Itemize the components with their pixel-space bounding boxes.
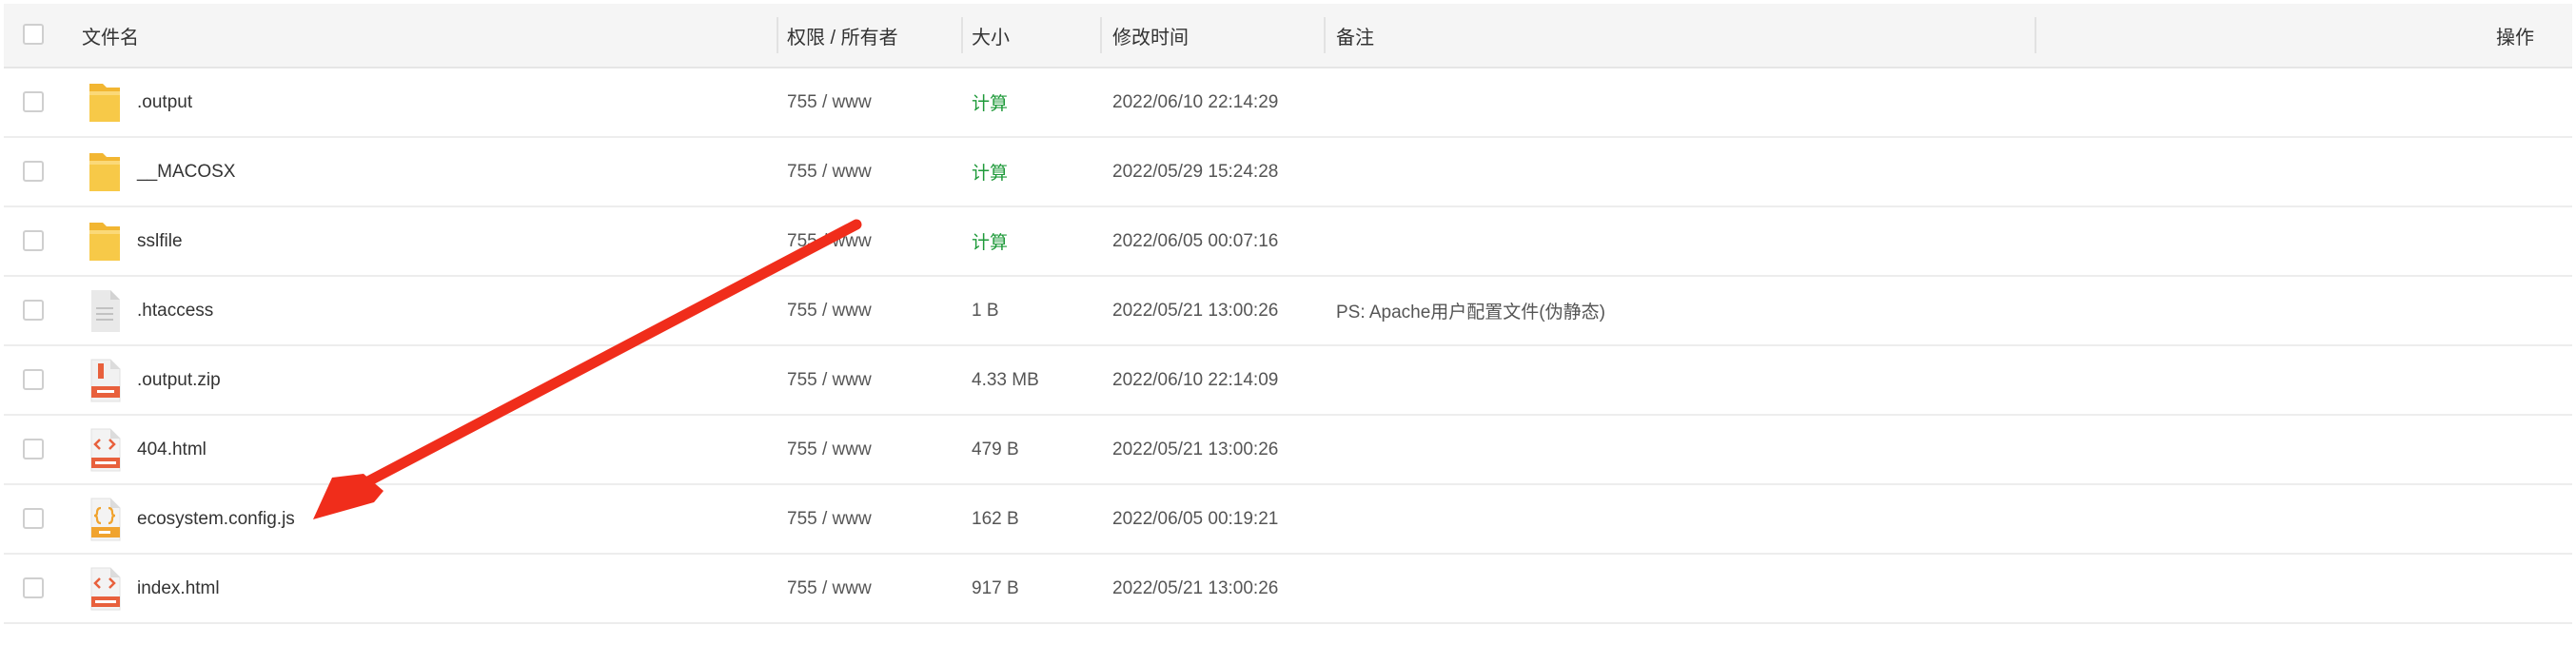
file-size: 1 B	[972, 300, 999, 321]
row-checkbox[interactable]	[23, 299, 44, 321]
calculate-size-link[interactable]: 计算	[972, 68, 1008, 136]
html-file-icon[interactable]	[86, 566, 124, 612]
html-file-icon[interactable]	[86, 427, 124, 473]
row-checkbox[interactable]	[23, 160, 44, 182]
file-icon[interactable]	[86, 288, 124, 334]
table-row[interactable]: .output 755 / www 计算 2022/06/10 22:14:29	[4, 68, 2572, 138]
calculate-size-link[interactable]: 计算	[972, 207, 1008, 275]
file-permission[interactable]: 755 / www	[787, 68, 872, 136]
modified-time: 2022/05/21 13:00:26	[1112, 577, 1279, 598]
header-operations: 操作	[2496, 27, 2534, 49]
column-divider[interactable]	[961, 17, 963, 53]
file-permission[interactable]: 755 / www	[787, 277, 872, 344]
header-note: 备注	[1336, 27, 1374, 49]
table-row[interactable]: 404.html 755 / www 479 B 2022/05/21 13:00:2…	[4, 416, 2572, 485]
table-row[interactable]: .output.zip 755 / www 4.33 MB 2022/06/10 22…	[4, 346, 2572, 416]
modified-time: 2022/05/21 13:00:26	[1112, 439, 1279, 459]
file-size: 4.33 MB	[972, 369, 1039, 390]
modified-time: 2022/05/21 13:00:26	[1112, 300, 1279, 321]
calculate-size-link[interactable]: 计算	[972, 138, 1008, 205]
select-all-checkbox[interactable]	[23, 24, 44, 45]
header-filename[interactable]: 文件名	[82, 4, 139, 67]
file-permission[interactable]: 755 / www	[787, 555, 872, 622]
table-header: 文件名 权限 / 所有者 大小 修改时间 备注 操作	[4, 4, 2572, 68]
modified-time: 2022/06/05 00:19:21	[1112, 508, 1279, 529]
file-permission[interactable]: 755 / www	[787, 485, 872, 553]
modified-time: 2022/06/10 22:14:09	[1112, 369, 1279, 390]
file-permission[interactable]: 755 / www	[787, 346, 872, 414]
row-checkbox[interactable]	[23, 368, 44, 390]
file-name[interactable]: 404.html	[137, 416, 206, 483]
file-name[interactable]: __MACOSX	[137, 138, 235, 205]
file-permission[interactable]: 755 / www	[787, 138, 872, 205]
js-file-icon[interactable]	[86, 497, 124, 542]
modified-time: 2022/06/10 22:14:29	[1112, 91, 1279, 112]
column-divider[interactable]	[1324, 17, 1326, 53]
file-size: 479 B	[972, 439, 1019, 459]
header-size[interactable]: 大小	[972, 4, 1010, 67]
row-checkbox[interactable]	[23, 577, 44, 598]
file-note[interactable]: PS: Apache用户配置文件(伪静态)	[1336, 277, 1605, 344]
table-row[interactable]: __MACOSX 755 / www 计算 2022/05/29 15:24:28	[4, 138, 2572, 207]
file-name[interactable]: .output	[137, 68, 192, 136]
row-checkbox[interactable]	[23, 507, 44, 529]
folder-icon[interactable]	[86, 80, 124, 126]
file-size: 162 B	[972, 508, 1019, 529]
row-checkbox[interactable]	[23, 229, 44, 251]
column-divider[interactable]	[777, 17, 778, 53]
file-name[interactable]: .htaccess	[137, 277, 213, 344]
modified-time: 2022/05/29 15:24:28	[1112, 161, 1279, 182]
folder-icon[interactable]	[86, 219, 124, 264]
file-permission[interactable]: 755 / www	[787, 207, 872, 275]
table-row[interactable]: ecosystem.config.js 755 / www 162 B 2022/06…	[4, 485, 2572, 555]
file-name[interactable]: sslfile	[137, 207, 183, 275]
column-divider[interactable]	[1100, 17, 1102, 53]
table-row[interactable]: index.html 755 / www 917 B 2022/05/21 13:00…	[4, 555, 2572, 624]
column-divider[interactable]	[2035, 17, 2036, 53]
folder-icon[interactable]	[86, 149, 124, 195]
table-row[interactable]: .htaccess 755 / www 1 B 2022/05/21 13:00:26…	[4, 277, 2572, 346]
row-checkbox[interactable]	[23, 438, 44, 459]
file-size: 917 B	[972, 577, 1019, 598]
header-modified-time[interactable]: 修改时间	[1112, 4, 1189, 67]
file-name[interactable]: index.html	[137, 555, 220, 622]
row-checkbox[interactable]	[23, 90, 44, 112]
zip-file-icon[interactable]	[86, 358, 124, 403]
modified-time: 2022/06/05 00:07:16	[1112, 230, 1279, 251]
file-name[interactable]: ecosystem.config.js	[137, 485, 295, 553]
file-name[interactable]: .output.zip	[137, 346, 221, 414]
file-permission[interactable]: 755 / www	[787, 416, 872, 483]
table-body: .output 755 / www 计算 2022/06/10 22:14:29 __M…	[4, 68, 2572, 624]
file-table: 文件名 权限 / 所有者 大小 修改时间 备注 操作 .output 755 / …	[4, 4, 2572, 624]
header-permission[interactable]: 权限 / 所有者	[787, 4, 898, 67]
table-row[interactable]: sslfile 755 / www 计算 2022/06/05 00:07:16	[4, 207, 2572, 277]
